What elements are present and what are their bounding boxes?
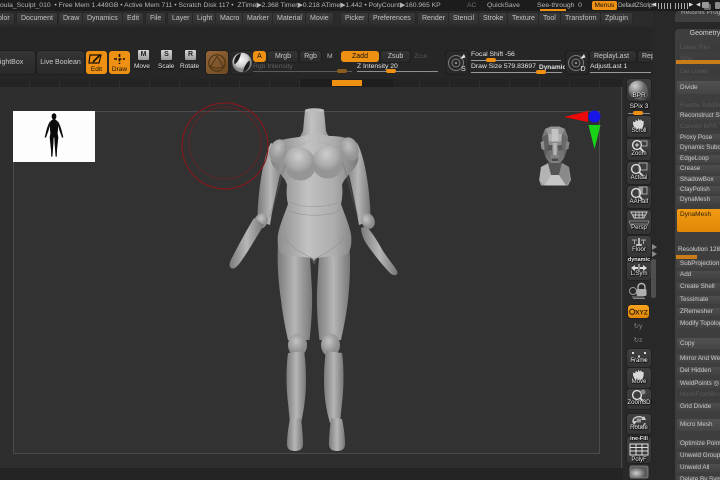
svg-text:XYZ: XYZ xyxy=(635,310,648,317)
svg-text:S: S xyxy=(461,66,466,73)
svg-text:D: D xyxy=(581,66,586,73)
